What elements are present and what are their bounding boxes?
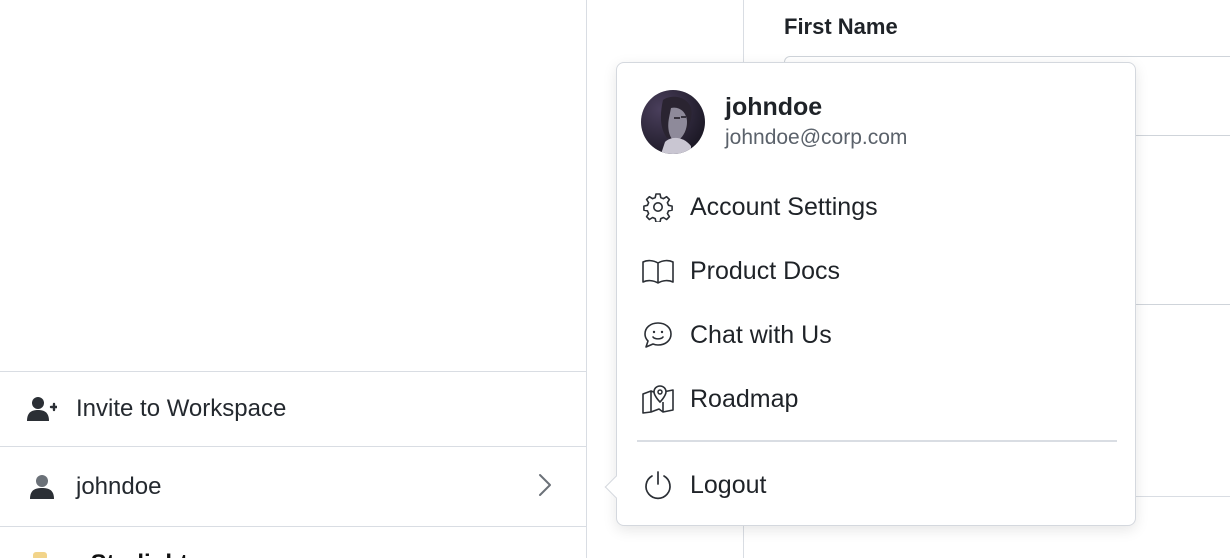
avatar (641, 90, 705, 154)
menu-item-label: Chat with Us (690, 320, 832, 349)
gear-icon (641, 190, 675, 224)
menu-item-roadmap[interactable]: Roadmap (641, 375, 1111, 423)
chat-icon (641, 318, 675, 352)
user-plus-icon (27, 394, 57, 424)
footer-prefix: … (60, 550, 84, 558)
menu-item-account-settings[interactable]: Account Settings (641, 183, 1111, 231)
invite-label: Invite to Workspace (76, 395, 287, 422)
invite-to-workspace-button[interactable]: Invite to Workspace (0, 371, 586, 447)
menu-item-chat-with-us[interactable]: Chat with Us (641, 311, 1111, 359)
menu-item-label: Product Docs (690, 256, 841, 285)
starlight-logo-icon (33, 552, 47, 558)
logout-label: Logout (690, 470, 767, 499)
popover-user-header: johndoe johndoe@corp.com (641, 89, 1111, 155)
menu-item-product-docs[interactable]: Product Docs (641, 247, 1111, 295)
popover-username: johndoe (725, 93, 823, 121)
map-icon (641, 382, 675, 416)
power-icon (641, 468, 675, 502)
footer-text: … Starlight (60, 550, 188, 558)
user-menu-popover: johndoe johndoe@corp.com Account Setting… (604, 62, 1136, 526)
chevron-right-icon (538, 473, 552, 502)
footer-brand: Starlight (91, 550, 188, 558)
sidebar-footer: … Starlight (0, 540, 586, 558)
book-icon (641, 254, 675, 288)
menu-item-label: Roadmap (690, 384, 799, 413)
first-name-label: First Name (784, 14, 898, 39)
user-label: johndoe (76, 472, 162, 500)
user-icon (27, 472, 57, 502)
logout-button[interactable]: Logout (641, 461, 1111, 509)
popover-email: johndoe@corp.com (725, 126, 908, 149)
user-menu-trigger[interactable]: johndoe (0, 447, 586, 527)
sidebar: Invite to Workspace johndoe … Starlight (0, 0, 587, 558)
menu-item-label: Account Settings (690, 192, 878, 221)
menu-divider (637, 440, 1117, 442)
